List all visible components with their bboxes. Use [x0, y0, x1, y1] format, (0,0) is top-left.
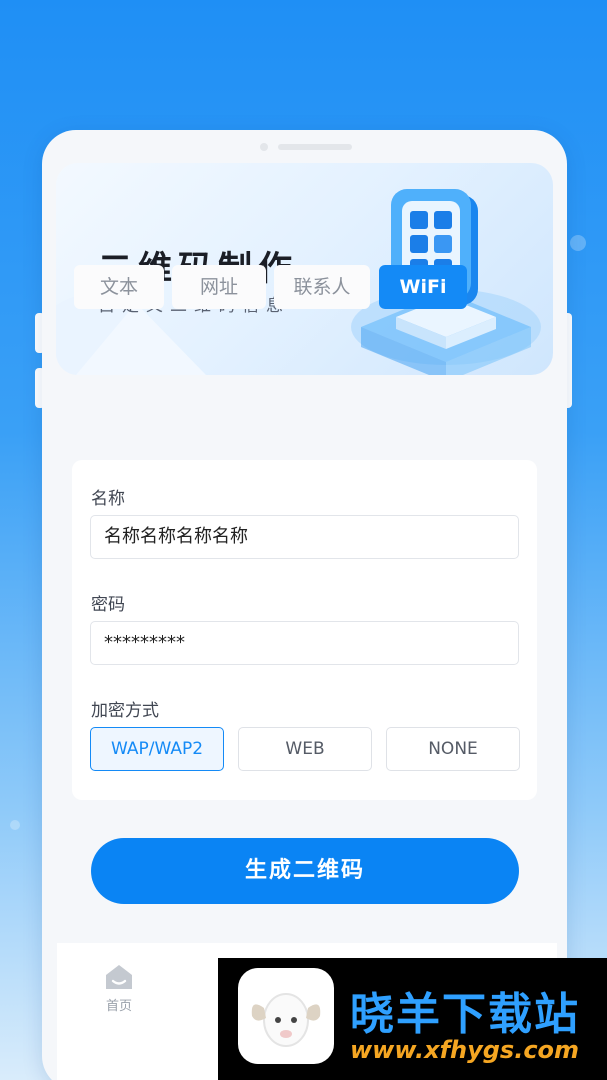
watermark-banner: 晓羊下载站 www.xfhygs.com [218, 958, 607, 1080]
background-bubble [570, 235, 586, 251]
generate-qr-button[interactable]: 生成二维码 [91, 838, 519, 904]
tab-text[interactable]: 文本 [74, 265, 164, 309]
encryption-option-none[interactable]: NONE [386, 727, 520, 771]
nav-home-label: 首页 [105, 999, 132, 1014]
home-icon [106, 965, 132, 989]
wifi-password-input[interactable]: ********* [90, 621, 519, 665]
watermark-url: www.xfhygs.com [350, 1036, 580, 1064]
encryption-label: 加密方式 [91, 701, 159, 721]
encryption-option-web[interactable]: WEB [238, 727, 372, 771]
watermark-title: 晓羊下载站 [350, 989, 580, 1040]
sheep-icon [251, 993, 321, 1047]
encryption-option-wap[interactable]: WAP/WAP2 [90, 727, 224, 771]
wifi-name-input[interactable]: 名称名称名称名称 [90, 515, 519, 559]
name-label: 名称 [91, 489, 125, 509]
sheep-logo [238, 968, 334, 1064]
background-bubble [10, 820, 20, 830]
qr-type-tabs: 文本 网址 联系人 WiFi [30, 265, 500, 311]
camera-dot [260, 143, 268, 151]
tab-contact[interactable]: 联系人 [274, 265, 370, 309]
tab-url[interactable]: 网址 [172, 265, 266, 309]
nav-item-home[interactable]: 首页 [97, 959, 141, 1019]
password-label: 密码 [91, 595, 125, 615]
tab-wifi[interactable]: WiFi [379, 265, 467, 309]
speaker-bar [278, 144, 352, 150]
